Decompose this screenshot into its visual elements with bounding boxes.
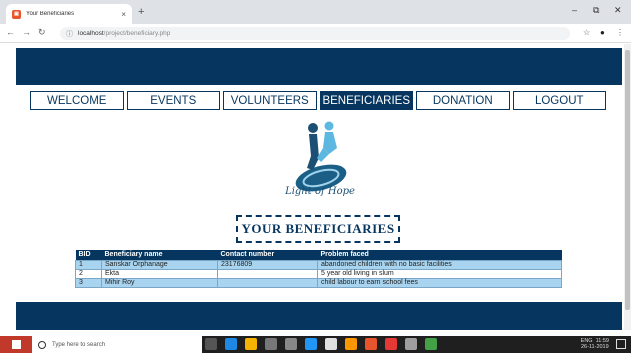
- menu-icon[interactable]: ⋮: [616, 28, 624, 37]
- table-row: 1 Sanskar Orphanage 23176809 abandoned c…: [75, 259, 562, 270]
- footer-banner: [16, 302, 622, 330]
- browser-tab-bar: ▣ Your Beneficiaries × + – ⧉ ✕: [0, 0, 631, 24]
- nav-welcome[interactable]: WELCOME: [30, 91, 124, 110]
- cell-problem: 5 year old living in slum: [317, 268, 562, 279]
- cell-contact: [217, 268, 318, 279]
- url-host: localhost: [78, 30, 104, 37]
- cell-bid: 1: [75, 259, 102, 270]
- star-icon[interactable]: ☆: [583, 28, 590, 37]
- close-tab-icon[interactable]: ×: [121, 10, 126, 19]
- url-path: /project/beneficiary.php: [103, 30, 171, 37]
- windows-logo-icon: [11, 340, 21, 349]
- cell-problem: child labour to earn school fees: [317, 277, 562, 288]
- app-icon[interactable]: [385, 338, 397, 350]
- minimize-icon[interactable]: –: [572, 5, 577, 15]
- cell-contact: [217, 277, 318, 288]
- cell-problem: abandoned children with no basic facilit…: [317, 259, 562, 270]
- nav-beneficiaries[interactable]: BENEFICIARIES: [319, 91, 413, 110]
- table-row: 3 Mihir Roy child labour to earn school …: [75, 277, 562, 288]
- search-placeholder: Type here to search: [52, 341, 106, 348]
- nav-volunteers[interactable]: VOLUNTEERS: [223, 91, 317, 110]
- profile-icon[interactable]: ●: [600, 28, 605, 37]
- system-tray[interactable]: ENG 11:59 26-11-2019: [581, 338, 609, 350]
- tab-title: Your Beneficiaries: [26, 11, 75, 17]
- logo-text: Light of Hope: [285, 186, 355, 197]
- app-icon[interactable]: [305, 338, 317, 350]
- nav-events[interactable]: EVENTS: [126, 91, 220, 110]
- app-icon[interactable]: [285, 338, 297, 350]
- page-title: YOUR BENEFICIARIES: [236, 215, 400, 243]
- edge-icon[interactable]: [225, 338, 237, 350]
- favicon-icon: ▣: [12, 9, 21, 19]
- cell-name: Sanskar Orphanage: [101, 259, 218, 270]
- store-icon[interactable]: [265, 338, 277, 350]
- nav-logout[interactable]: LOGOUT: [512, 91, 606, 110]
- table-header-row: BID Beneficiary name Contact number Prob…: [75, 250, 562, 260]
- close-window-icon[interactable]: ✕: [614, 5, 622, 16]
- col-bid: BID: [75, 250, 102, 260]
- new-tab-button[interactable]: +: [138, 6, 144, 18]
- url-input[interactable]: ⓘ localhost /project/beneficiary.php: [60, 27, 570, 40]
- reload-icon[interactable]: ↻: [38, 27, 46, 38]
- beneficiaries-table: BID Beneficiary name Contact number Prob…: [75, 250, 562, 288]
- header-banner: [16, 48, 622, 85]
- col-name: Beneficiary name: [101, 250, 218, 260]
- main-nav: WELCOME EVENTS VOLUNTEERS BENEFICIARIES …: [30, 91, 606, 110]
- info-icon: ⓘ: [66, 30, 73, 38]
- col-contact: Contact number: [217, 250, 318, 260]
- clock-date: 26-11-2019: [580, 344, 609, 350]
- cortana-icon: [38, 340, 46, 349]
- back-arrow-icon[interactable]: ←: [6, 27, 15, 37]
- scrollbar-thumb[interactable]: [625, 50, 630, 310]
- nav-donation[interactable]: DONATION: [416, 91, 510, 110]
- taskbar-apps: [205, 338, 437, 350]
- taskbar-search[interactable]: Type here to search: [32, 336, 202, 353]
- start-button[interactable]: [0, 336, 32, 353]
- task-view-icon[interactable]: [205, 338, 217, 350]
- restore-icon[interactable]: ⧉: [593, 5, 599, 16]
- chrome-icon[interactable]: [425, 338, 437, 350]
- mail-icon[interactable]: [325, 338, 337, 350]
- notification-icon[interactable]: [616, 339, 626, 349]
- cell-bid: 2: [75, 268, 102, 279]
- cell-name: Ekta: [101, 268, 218, 279]
- browser-tab[interactable]: ▣ Your Beneficiaries ×: [6, 4, 132, 24]
- cell-name: Mihir Roy: [101, 277, 218, 288]
- address-bar-row: ← → ↻ ⓘ localhost /project/beneficiary.p…: [0, 24, 631, 43]
- file-explorer-icon[interactable]: [245, 338, 257, 350]
- xampp-icon[interactable]: [365, 338, 377, 350]
- app-icon[interactable]: [405, 338, 417, 350]
- windows-taskbar: Type here to search ENG 11:59 26-11-2019: [0, 336, 631, 353]
- forward-arrow-icon[interactable]: →: [22, 27, 31, 37]
- app-icon[interactable]: [345, 338, 357, 350]
- col-problem: Problem faced: [317, 250, 562, 260]
- table-row: 2 Ekta 5 year old living in slum: [75, 268, 562, 279]
- cell-bid: 3: [75, 277, 102, 288]
- cell-contact: 23176809: [217, 259, 318, 270]
